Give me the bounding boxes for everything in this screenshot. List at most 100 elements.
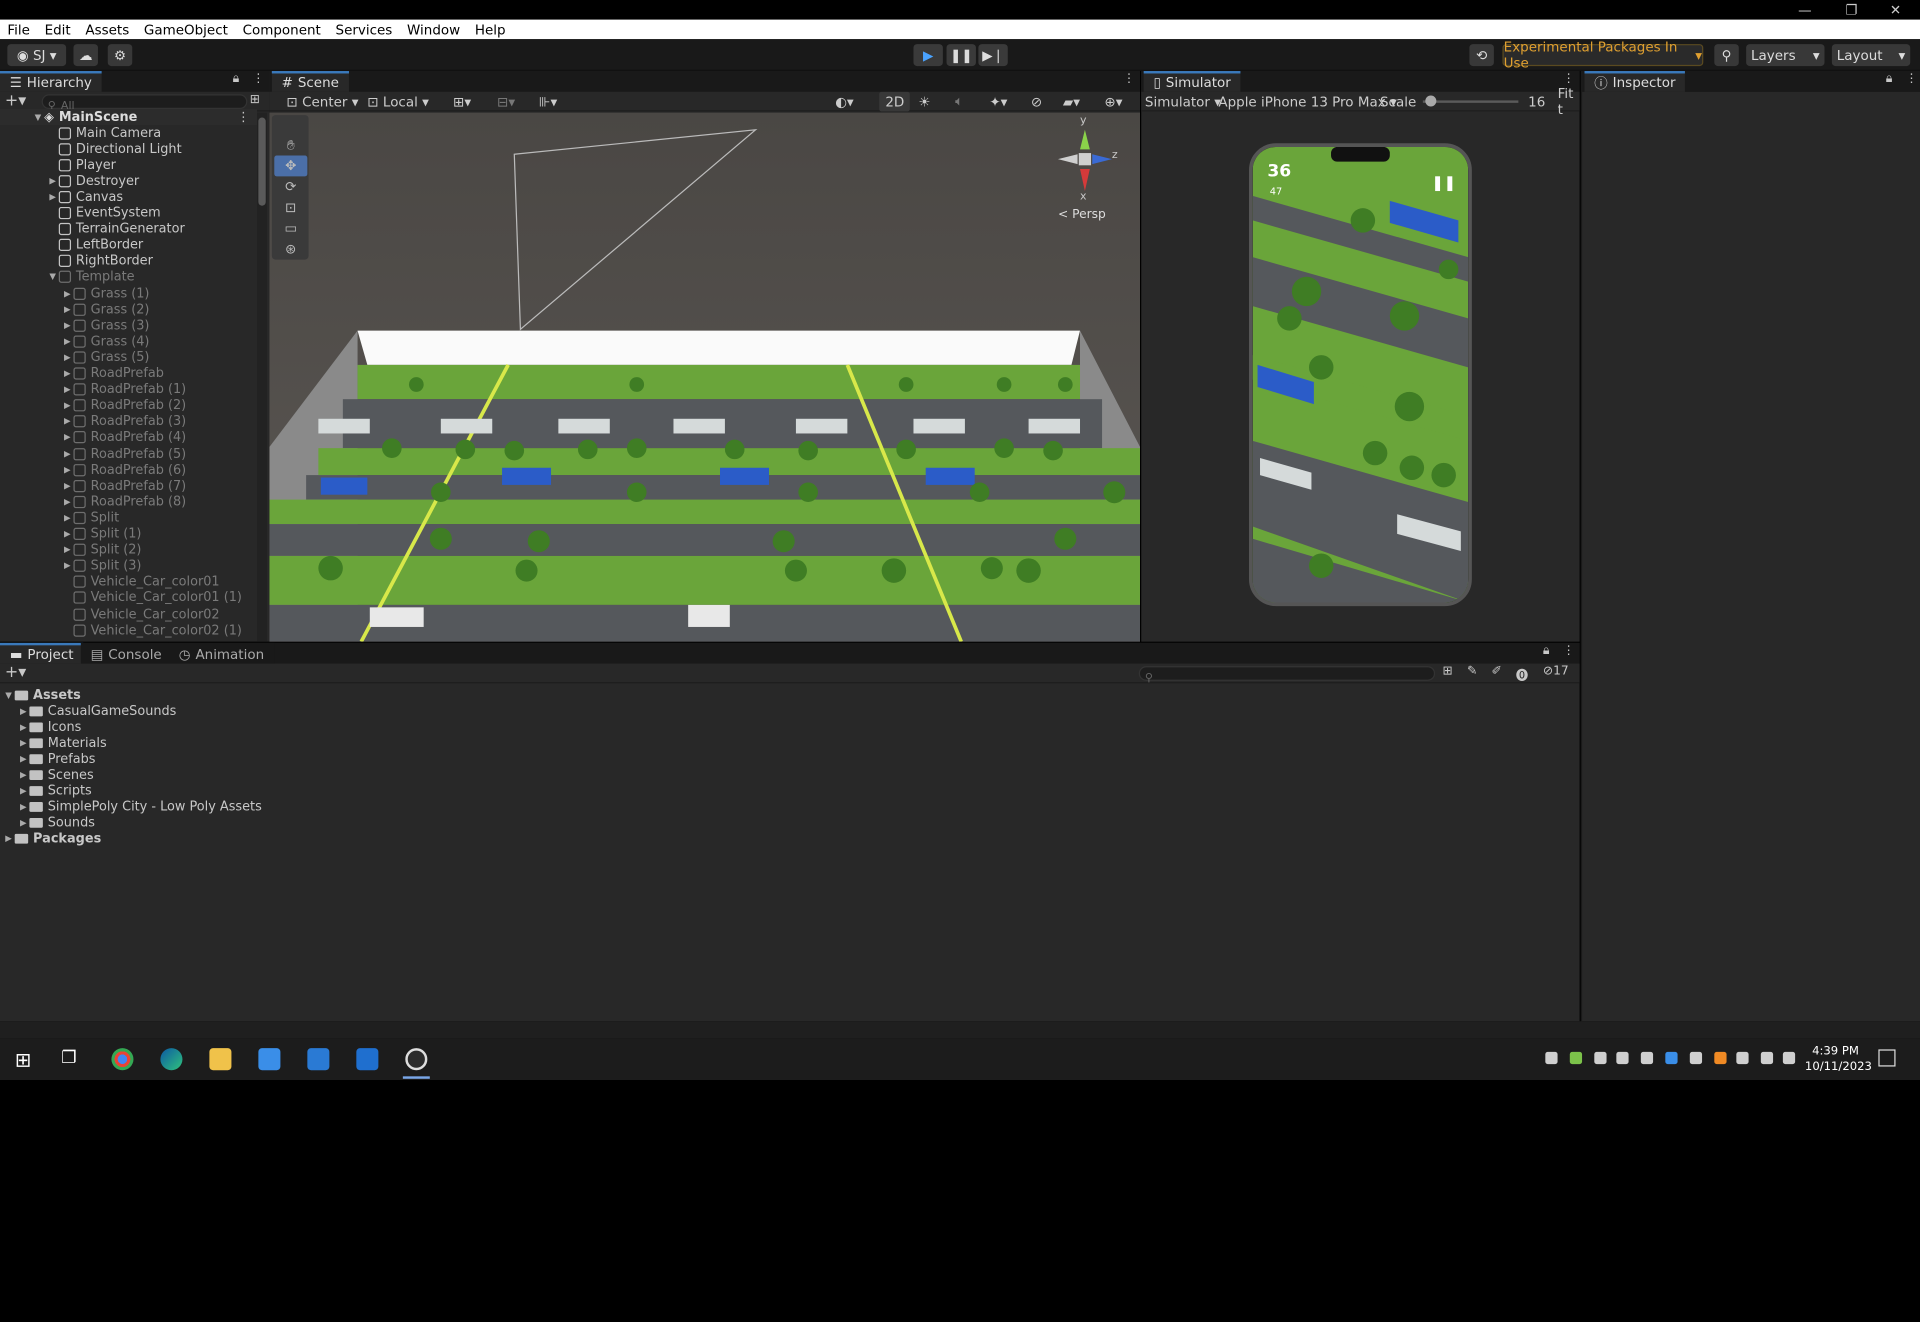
scene-viewport[interactable]: ✋︎ ✥ ⟳ ⊡ ▭ ⊛ y z x < Persp bbox=[269, 112, 1141, 642]
expand-arrow-icon[interactable]: ▼ bbox=[2, 690, 14, 700]
gizmos-icon[interactable]: ⊕▾ bbox=[1104, 92, 1122, 112]
clock[interactable]: 4:39 PM 10/11/2023 bbox=[1805, 1043, 1872, 1075]
tab-simulator[interactable]: ▯ Simulator bbox=[1143, 71, 1241, 92]
chrome-icon[interactable] bbox=[111, 1048, 134, 1071]
hierarchy-item[interactable]: ▶ Grass (1) bbox=[0, 285, 149, 301]
snap-increment-icon[interactable]: ⊟▾ bbox=[497, 92, 515, 112]
device-dropdown[interactable]: Apple iPhone 13 Pro Max ▾ bbox=[1218, 92, 1396, 112]
expand-arrow-icon[interactable]: ▶ bbox=[17, 738, 29, 748]
scene-row[interactable]: ▼ ◈ MainScene ⋮ bbox=[0, 108, 258, 125]
notification-icon[interactable] bbox=[1878, 1049, 1896, 1067]
menu-file[interactable]: File bbox=[0, 21, 37, 37]
expand-arrow-icon[interactable]: ▶ bbox=[61, 288, 73, 298]
pause-icon[interactable]: ❚❚ bbox=[1431, 174, 1456, 191]
expand-arrow-icon[interactable]: ▶ bbox=[61, 481, 73, 491]
expand-arrow-icon[interactable]: ▶ bbox=[17, 786, 29, 796]
menu-assets[interactable]: Assets bbox=[78, 21, 137, 37]
orientation-gizmo[interactable]: y z x < Persp bbox=[1048, 115, 1121, 222]
effects-icon[interactable]: ✦▾ bbox=[989, 92, 1007, 112]
hierarchy-item[interactable]: ▶ Split (3) bbox=[0, 558, 141, 574]
more-icon[interactable]: ⋮ bbox=[252, 72, 264, 85]
tray-icon-8[interactable] bbox=[1736, 1051, 1749, 1065]
hierarchy-item[interactable]: ▶ RoadPrefab (4) bbox=[0, 430, 186, 446]
hand-tool-icon[interactable]: ✋︎ bbox=[274, 135, 307, 156]
project-folder[interactable]: ▶ Materials bbox=[17, 735, 107, 751]
hierarchy-item[interactable]: ▶ Grass (3) bbox=[0, 317, 149, 333]
project-search-input[interactable]: ⚲ bbox=[1138, 666, 1436, 684]
rect-tool-icon[interactable]: ▭ bbox=[274, 218, 307, 239]
hierarchy-item[interactable]: ▶ Split (1) bbox=[0, 526, 141, 542]
hierarchy-item[interactable]: ▶ RoadPrefab (1) bbox=[0, 382, 186, 398]
mail-icon[interactable] bbox=[307, 1048, 330, 1071]
grid-snap-icon[interactable]: ⊞▾ bbox=[453, 92, 471, 112]
volume-icon[interactable] bbox=[1782, 1051, 1796, 1065]
visibility-icon[interactable]: ⊘ bbox=[1031, 92, 1042, 112]
hierarchy-item[interactable]: ▶ Split (2) bbox=[0, 542, 141, 558]
add-icon[interactable]: +▾ bbox=[5, 92, 26, 110]
expand-arrow-icon[interactable]: ▶ bbox=[61, 545, 73, 555]
hierarchy-item[interactable]: Directional Light bbox=[0, 141, 182, 157]
close-icon[interactable]: ✕ bbox=[1883, 2, 1907, 18]
hierarchy-item[interactable]: ▶ RoadPrefab (8) bbox=[0, 494, 186, 510]
expand-arrow-icon[interactable]: ▶ bbox=[61, 304, 73, 314]
persp-label[interactable]: < Persp bbox=[1058, 208, 1106, 221]
media-player-icon[interactable] bbox=[405, 1048, 428, 1071]
pause-button[interactable]: ❚❚ bbox=[946, 44, 976, 67]
edge-icon[interactable] bbox=[160, 1048, 183, 1071]
expand-arrow-icon[interactable]: ▶ bbox=[61, 336, 73, 346]
expand-arrow-icon[interactable]: ▶ bbox=[17, 818, 29, 828]
rotate-tool-icon[interactable]: ⟳ bbox=[274, 176, 307, 197]
expand-arrow-icon[interactable]: ▶ bbox=[47, 192, 59, 202]
cloud-icon[interactable]: ☁ bbox=[73, 44, 98, 67]
lock-icon[interactable]: 🔒︎ bbox=[1886, 72, 1893, 85]
slider-handle[interactable] bbox=[1425, 95, 1437, 107]
play-button[interactable]: ▶ bbox=[913, 44, 943, 67]
scrollbar[interactable] bbox=[257, 112, 267, 642]
hierarchy-item[interactable]: Vehicle_Car_color02 (1) bbox=[0, 622, 242, 638]
search-by-label-icon[interactable]: ✎ bbox=[1467, 665, 1477, 678]
expand-arrow-icon[interactable]: ▶ bbox=[61, 529, 73, 539]
hierarchy-item[interactable]: ▶ Grass (5) bbox=[0, 349, 149, 365]
project-folder[interactable]: ▶ Sounds bbox=[17, 815, 95, 831]
hierarchy-item[interactable]: EventSystem bbox=[0, 205, 161, 221]
hierarchy-item[interactable]: ▶ RoadPrefab bbox=[0, 366, 164, 382]
tab-inspector[interactable]: ⓘ Inspector bbox=[1584, 71, 1686, 92]
expand-arrow-icon[interactable]: ▶ bbox=[17, 754, 29, 764]
menu-gameobject[interactable]: GameObject bbox=[137, 21, 236, 37]
menu-component[interactable]: Component bbox=[235, 21, 328, 37]
simulator-mode-dropdown[interactable]: Simulator ▾ bbox=[1145, 92, 1221, 112]
expand-arrow-icon[interactable]: ▶ bbox=[61, 465, 73, 475]
expand-arrow-icon[interactable]: ▶ bbox=[61, 353, 73, 363]
shading-mode-icon[interactable]: ◐▾ bbox=[835, 92, 854, 112]
tray-icon-2[interactable] bbox=[1569, 1051, 1583, 1065]
history-icon[interactable]: ⟲ bbox=[1469, 44, 1494, 67]
account-button[interactable]: ◉ SJ ▾ bbox=[7, 44, 67, 67]
tab-console[interactable]: ▤ Console bbox=[80, 642, 172, 664]
layout-dropdown[interactable]: Layout ▾ bbox=[1831, 44, 1911, 67]
expand-arrow-icon[interactable]: ▶ bbox=[61, 401, 73, 411]
hierarchy-item[interactable]: RightBorder bbox=[0, 253, 153, 269]
move-tool-icon[interactable]: ✥ bbox=[274, 155, 308, 177]
hierarchy-item[interactable]: Main Camera bbox=[0, 125, 161, 141]
collab-icon[interactable]: ⚙ bbox=[107, 44, 133, 67]
expand-arrow-icon[interactable]: ▶ bbox=[17, 706, 29, 716]
tab-project[interactable]: ▬ Project bbox=[0, 642, 84, 664]
more-icon[interactable]: ⋮ bbox=[1562, 644, 1574, 657]
expand-arrow-icon[interactable]: ▶ bbox=[61, 417, 73, 427]
windows-start-icon[interactable]: ⊞ bbox=[15, 1048, 31, 1071]
step-button[interactable]: ▶❘ bbox=[978, 44, 1008, 67]
tab-animation[interactable]: ◷ Animation bbox=[168, 642, 274, 664]
task-view-icon[interactable]: ❐ bbox=[61, 1048, 76, 1068]
tab-scene[interactable]: # Scene bbox=[271, 71, 349, 92]
expand-arrow-icon[interactable]: ▼ bbox=[47, 272, 59, 282]
fit-button[interactable]: Fit t bbox=[1558, 86, 1580, 118]
hierarchy-item[interactable]: ▶ Split bbox=[0, 510, 119, 526]
expand-arrow-icon[interactable]: ▶ bbox=[61, 497, 73, 507]
expand-arrow-icon[interactable]: ▶ bbox=[61, 513, 73, 523]
expand-arrow-icon[interactable]: ▼ bbox=[32, 112, 44, 122]
hierarchy-item[interactable]: ▶ Grass (4) bbox=[0, 333, 149, 349]
tray-icon-6[interactable] bbox=[1689, 1051, 1703, 1065]
project-folder[interactable]: ▶ Prefabs bbox=[17, 751, 96, 767]
hierarchy-item[interactable]: TerrainGenerator bbox=[0, 221, 185, 237]
tray-icon-7[interactable] bbox=[1714, 1051, 1727, 1065]
